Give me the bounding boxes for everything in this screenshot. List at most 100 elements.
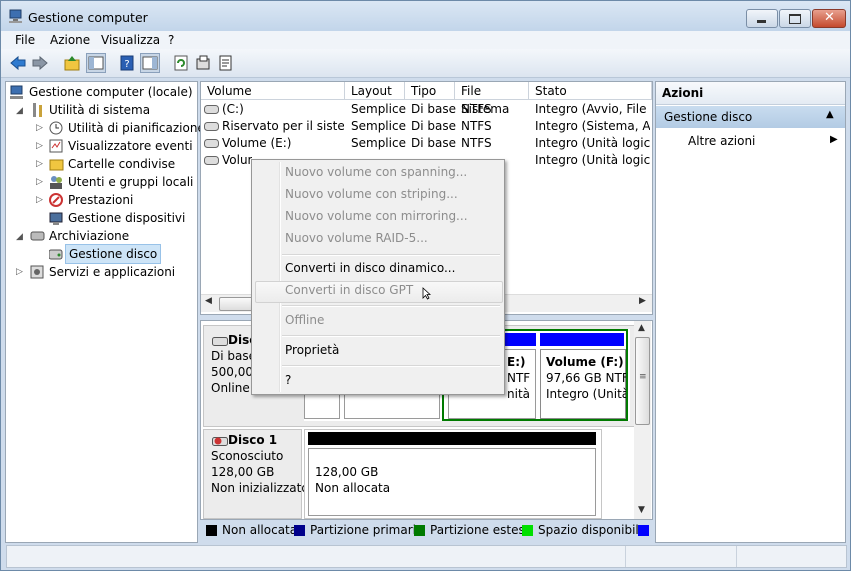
status-segment bbox=[626, 546, 737, 567]
menu-item-convert-dynamic[interactable]: Converti in disco dinamico... bbox=[285, 259, 455, 277]
actions-title: Azioni bbox=[662, 86, 704, 100]
menu-help[interactable]: ? bbox=[168, 33, 174, 47]
col-header-layout[interactable]: Layout bbox=[345, 82, 405, 100]
system-tools-icon bbox=[33, 103, 42, 117]
menu-item-convert-gpt[interactable]: Converti in disco GPT bbox=[285, 281, 413, 299]
col-header-filesystem[interactable]: File Sistema bbox=[455, 82, 529, 116]
properties-icon[interactable] bbox=[194, 54, 212, 72]
show-hide-console-tree-icon[interactable] bbox=[86, 53, 106, 73]
tree-label: Gestione computer (locale) bbox=[29, 85, 193, 99]
actions-pane: Azioni Gestione disco ▲ Altre azioni ▶ bbox=[655, 81, 846, 543]
actions-section-label: Gestione disco bbox=[664, 110, 753, 124]
maximize-icon bbox=[789, 14, 801, 24]
cell-filesystem: NTFS bbox=[461, 119, 492, 133]
forward-arrow-icon[interactable] bbox=[31, 54, 49, 72]
scroll-up-icon[interactable]: ▲ bbox=[638, 323, 645, 333]
unallocated-state: Non allocata bbox=[315, 481, 391, 495]
action-more-actions-label: Altre azioni bbox=[688, 134, 756, 148]
window-title: Gestione computer bbox=[28, 10, 148, 25]
console-tree: Gestione computer (locale) ◢ Utilità di … bbox=[5, 81, 205, 543]
tree-label: Archiviazione bbox=[49, 229, 130, 243]
menu-item-new-striped-volume[interactable]: Nuovo volume con striping... bbox=[285, 185, 458, 203]
back-arrow-icon[interactable] bbox=[9, 54, 27, 72]
cell-status: Integro (Unità logica) bbox=[535, 153, 650, 167]
tree-label: Prestazioni bbox=[68, 193, 134, 207]
menu-item-offline[interactable]: Offline bbox=[285, 311, 324, 329]
collapse-arrow-icon[interactable]: ◢ bbox=[16, 233, 24, 242]
menu-item-new-raid5-volume[interactable]: Nuovo volume RAID-5... bbox=[285, 229, 428, 247]
table-row[interactable]: Volume (E:) Semplice Di base NTFS Integr… bbox=[201, 135, 652, 152]
vertical-scrollbar[interactable]: ▲ ≡ ▼ bbox=[634, 321, 651, 519]
help-icon[interactable]: ? bbox=[118, 54, 136, 72]
partition-e-fs: NTF bbox=[507, 371, 531, 385]
expand-arrow-icon[interactable]: ▷ bbox=[16, 268, 24, 277]
tree-label: Utilità di sistema bbox=[49, 103, 151, 117]
partition-f[interactable]: Volume (F:) 97,66 GB NTFS Integro (Unità bbox=[540, 349, 626, 419]
expand-arrow-icon[interactable]: ▷ bbox=[36, 196, 44, 205]
refresh-icon[interactable] bbox=[172, 54, 190, 72]
legend-primary-swatch bbox=[294, 525, 305, 536]
maximize-button[interactable] bbox=[779, 9, 811, 28]
disk1-name: Disco 1 bbox=[228, 433, 278, 447]
actions-section-disk-management[interactable]: Gestione disco ▲ bbox=[656, 106, 845, 128]
scroll-thumb[interactable]: ≡ bbox=[635, 337, 650, 425]
device-manager-icon bbox=[49, 212, 63, 225]
unallocated-size: 128,00 GB bbox=[315, 465, 379, 479]
scroll-right-icon[interactable]: ▶ bbox=[639, 296, 646, 306]
computer-management-icon bbox=[9, 9, 22, 23]
minimize-button[interactable] bbox=[746, 9, 778, 28]
menu-item-help[interactable]: ? bbox=[285, 371, 291, 389]
menu-separator bbox=[282, 254, 500, 256]
partition-e-state: nità bbox=[507, 387, 530, 401]
tree-label: Utilità di pianificazione bbox=[68, 121, 205, 135]
partition-f-name: Volume (F:) bbox=[546, 355, 624, 369]
col-header-volume[interactable]: Volume bbox=[201, 82, 345, 100]
expand-arrow-icon[interactable]: ▷ bbox=[36, 178, 44, 187]
volume-drive-icon bbox=[204, 105, 219, 114]
context-menu: Nuovo volume con spanning... Nuovo volum… bbox=[251, 159, 505, 395]
event-viewer-icon bbox=[49, 139, 63, 153]
partition-f-state: Integro (Unità bbox=[546, 387, 626, 401]
unallocated-region[interactable]: 128,00 GB Non allocata bbox=[308, 448, 596, 516]
scroll-down-icon[interactable]: ▼ bbox=[638, 505, 645, 515]
status-segment bbox=[7, 546, 626, 567]
col-header-type[interactable]: Tipo bbox=[405, 82, 455, 100]
menu-action[interactable]: Azione bbox=[50, 33, 90, 47]
close-button[interactable]: ✕ bbox=[812, 9, 846, 28]
disk0-size: 500,00 bbox=[211, 365, 253, 379]
collapse-section-icon[interactable]: ▲ bbox=[826, 109, 834, 120]
performance-icon bbox=[49, 193, 63, 207]
expand-arrow-icon[interactable]: ▷ bbox=[36, 142, 44, 151]
svg-text:?: ? bbox=[124, 59, 129, 70]
action-more-actions[interactable]: Altre azioni ▶ bbox=[656, 131, 845, 151]
up-folder-icon[interactable] bbox=[63, 54, 81, 72]
clock-icon bbox=[49, 121, 63, 135]
cell-status: Integro (Sistema, Attiv bbox=[535, 119, 650, 133]
expand-arrow-icon[interactable]: ▷ bbox=[36, 124, 44, 133]
disk-management-icon bbox=[49, 249, 63, 260]
menu-view[interactable]: Visualizza bbox=[101, 33, 160, 47]
show-hide-action-pane-icon[interactable] bbox=[140, 53, 160, 73]
disk1-panel[interactable]: Disco 1 Sconosciuto 128,00 GB Non inizia… bbox=[203, 429, 309, 519]
submenu-arrow-icon: ▶ bbox=[830, 134, 838, 145]
menu-bar: File Azione Visualizza ? bbox=[1, 31, 850, 49]
table-row[interactable]: Riservato per il sistema Semplice Di bas… bbox=[201, 118, 652, 135]
cell-type: Di base bbox=[411, 136, 456, 150]
close-icon: ✕ bbox=[824, 10, 835, 25]
expand-arrow-icon[interactable]: ▷ bbox=[36, 160, 44, 169]
status-bar bbox=[6, 545, 847, 568]
cell-status: Integro (Avvio, File di bbox=[535, 102, 650, 116]
menu-item-properties[interactable]: Proprietà bbox=[285, 341, 339, 359]
app-window: Gestione computer ✕ File Azione Visualiz… bbox=[0, 0, 851, 571]
disk1-unallocated[interactable]: 128,00 GB Non allocata bbox=[304, 429, 602, 519]
menu-item-new-spanned-volume[interactable]: Nuovo volume con spanning... bbox=[285, 163, 467, 181]
col-header-status[interactable]: Stato bbox=[529, 82, 652, 100]
menu-file[interactable]: File bbox=[15, 33, 35, 47]
export-list-icon[interactable] bbox=[217, 54, 235, 72]
menu-item-new-mirrored-volume[interactable]: Nuovo volume con mirroring... bbox=[285, 207, 468, 225]
tree-label: Utenti e gruppi locali bbox=[68, 175, 194, 189]
legend-free-space-swatch bbox=[522, 525, 533, 536]
collapse-arrow-icon[interactable]: ◢ bbox=[16, 107, 24, 116]
scroll-left-icon[interactable]: ◀ bbox=[205, 296, 212, 306]
table-row[interactable]: (C:) Semplice Di base NTFS Integro (Avvi… bbox=[201, 101, 652, 118]
